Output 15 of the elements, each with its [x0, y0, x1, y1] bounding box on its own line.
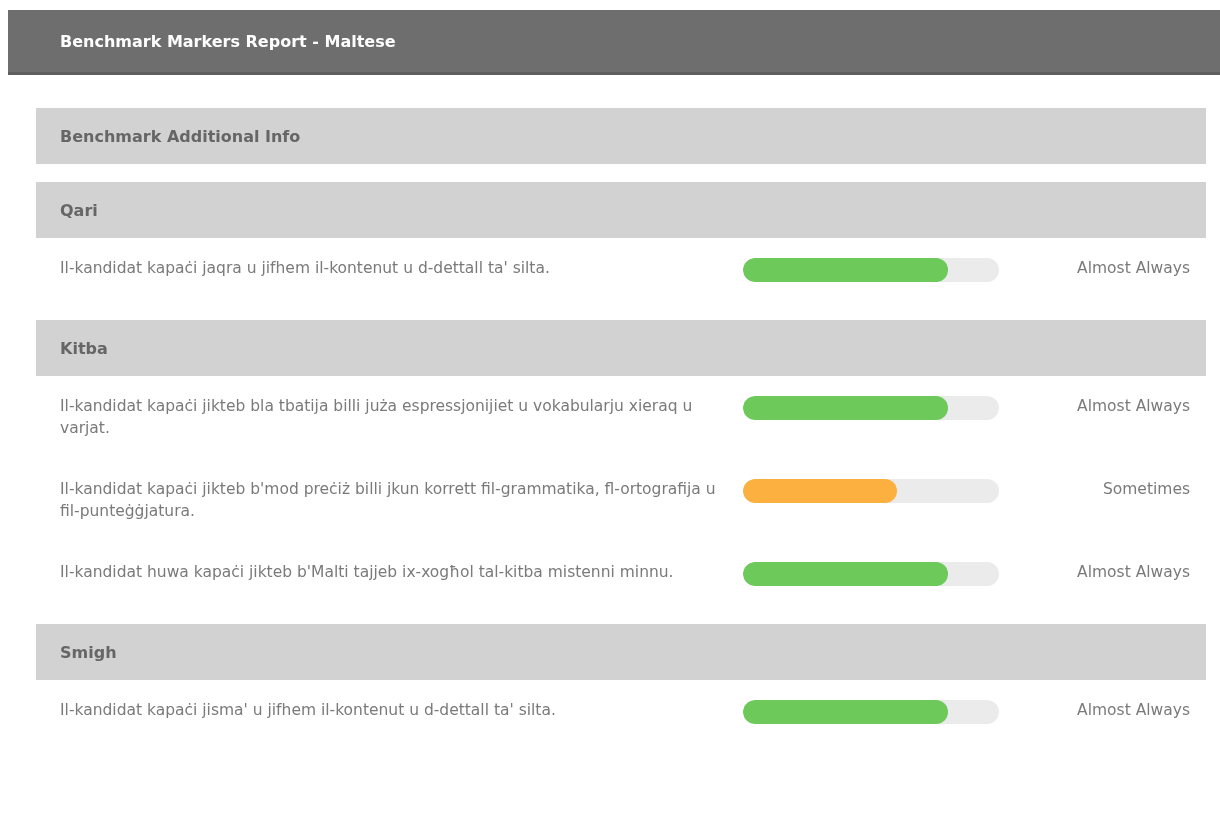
section-header: Kitba: [36, 320, 1206, 376]
benchmark-text: Il-kandidat kapaċi jikteb bla tbatija billi juża espressjonijiet u vokabularju xieraq u varjat.: [60, 396, 694, 439]
benchmark-text: Il-kandidat kapaċi jaqra u jifhem il-kontenut u d-dettall ta' silta.: [60, 258, 551, 279]
benchmark-text: Il-kandidat huwa kapaċi jikteb b'Malti tajjeb ix-xogħol tal-kitba mistenni minnu.: [60, 562, 675, 583]
section-header: Qari: [36, 182, 1206, 238]
section-header: Smigh: [36, 624, 1206, 680]
rating-label: Almost Always: [1076, 396, 1191, 417]
report-title: Benchmark Markers Report - Maltese: [60, 31, 396, 51]
rating-label: Almost Always: [1076, 562, 1191, 583]
rating-label: Sometimes: [1101, 479, 1191, 500]
rating-label: Almost Always: [1076, 700, 1191, 721]
benchmark-text: Il-kandidat kapaċi jisma' u jifhem il-kontenut u d-dettall ta' silta.: [60, 700, 557, 721]
section-header: Benchmark Additional Info: [36, 108, 1206, 164]
benchmark-text: Il-kandidat kapaċi jikteb b'mod preċiż billi jkun korrett fil-grammatika, fl-ortografija u fil-punteġġjatura.: [60, 479, 717, 522]
rating-label: Almost Always: [1076, 258, 1191, 279]
